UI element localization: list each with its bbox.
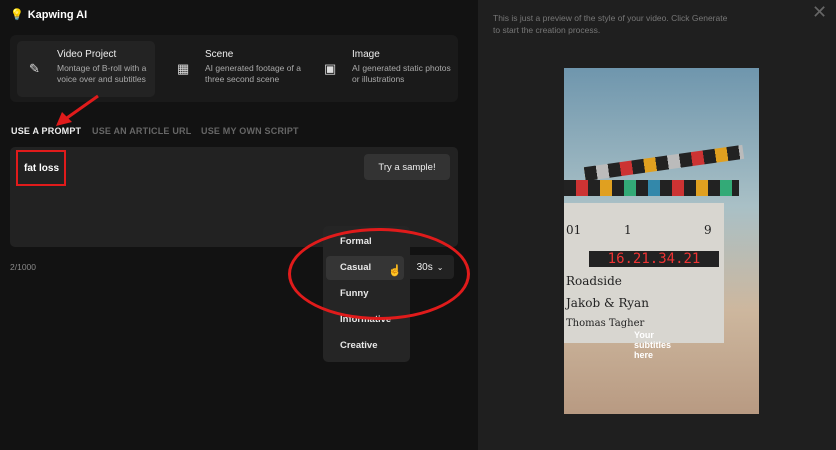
board-line: Thomas Tagher	[566, 318, 645, 329]
character-count: 2/1000	[10, 262, 36, 272]
video-preview: 01 1 9 16.21.34.21 Roadside Jakob & Ryan…	[564, 68, 759, 414]
board-take: 9	[704, 223, 712, 237]
app-logo: 💡 Kapwing AI	[10, 8, 88, 22]
type-title: Video Project	[57, 49, 117, 60]
type-scene[interactable]: ▦ Scene AI generated footage of a three se…	[165, 41, 303, 97]
app-title: Kapwing AI	[27, 8, 88, 21]
subtitle-preview: Your subtitles here	[634, 330, 672, 360]
film-icon: ▦	[177, 61, 190, 76]
type-video-project[interactable]: ✎ Video Project Montage of B-roll with a v…	[17, 41, 155, 97]
type-title: Image	[352, 49, 380, 60]
clapper-stripes	[564, 180, 739, 196]
type-title: Scene	[205, 49, 234, 60]
preview-note: This is just a preview of the style of y…	[493, 13, 728, 35]
prompt-value: fat loss	[24, 163, 60, 174]
tab-use-a-prompt[interactable]: USE A PROMPT	[11, 126, 81, 136]
board-scene: 1	[624, 223, 632, 237]
clapper-stick	[583, 144, 745, 182]
type-desc: Montage of B-roll with a voice over and …	[57, 63, 147, 84]
try-sample-button[interactable]: Try a sample!	[364, 154, 450, 180]
type-desc: AI generated footage of a three second s…	[205, 63, 301, 84]
type-desc: AI generated static photos or illustrati…	[352, 63, 451, 84]
board-timecode: 16.21.34.21	[589, 251, 719, 267]
tone-option-creative[interactable]: Creative	[326, 334, 404, 358]
type-image[interactable]: ▣ Image AI generated static photos or illu…	[312, 41, 452, 97]
annotation-ellipse	[288, 228, 470, 320]
magic-wand-icon: ✎	[29, 61, 40, 76]
annotation-arrow	[56, 94, 99, 126]
lightbulb-icon: 💡	[10, 9, 24, 21]
board-line: Jakob & Ryan	[566, 296, 649, 310]
image-icon: ▣	[324, 61, 337, 76]
board-roll: 01	[566, 223, 582, 237]
tab-use-own-script[interactable]: USE MY OWN SCRIPT	[201, 126, 299, 136]
board-line: Roadside	[566, 274, 622, 288]
close-icon[interactable]: ✕	[812, 2, 827, 23]
tab-use-article-url[interactable]: USE AN ARTICLE URL	[92, 126, 191, 136]
